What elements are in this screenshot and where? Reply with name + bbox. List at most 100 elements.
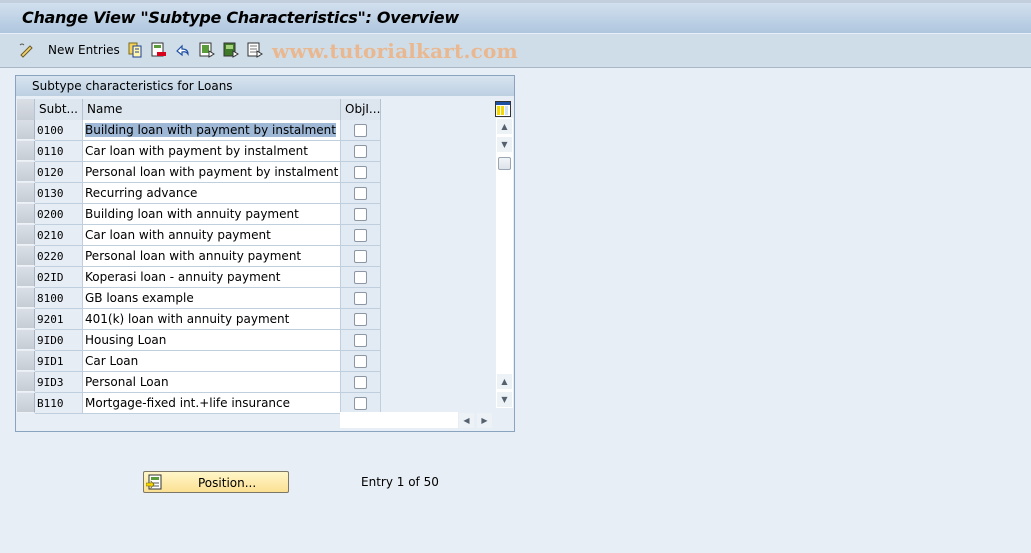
new-entries-button[interactable]: New Entries [48, 43, 120, 57]
obji-cell [341, 246, 381, 267]
name-cell[interactable]: Koperasi loan - annuity payment [83, 267, 341, 288]
copy-icon[interactable] [127, 42, 143, 60]
obji-checkbox[interactable] [354, 334, 367, 347]
obji-checkbox[interactable] [354, 124, 367, 137]
undo-change-icon[interactable] [175, 42, 191, 60]
scroll-left-button[interactable]: ◀ [459, 413, 474, 428]
select-block-icon[interactable] [223, 42, 239, 60]
subtype-cell: 0200 [35, 204, 83, 225]
column-header-subtype[interactable]: Subt... [35, 99, 83, 120]
name-text: Personal loan with payment by instalment [85, 165, 339, 179]
table-title: Subtype characteristics for Loans [32, 79, 233, 93]
table-row[interactable]: B110 Mortgage-fixed int.+life insurance [17, 393, 381, 414]
row-selector[interactable] [17, 246, 35, 266]
row-selector[interactable] [17, 288, 35, 308]
name-cell[interactable]: Car loan with annuity payment [83, 225, 341, 246]
subtype-cell: 9ID3 [35, 372, 83, 393]
horizontal-scrollbar[interactable] [340, 412, 458, 428]
obji-checkbox[interactable] [354, 145, 367, 158]
row-selector[interactable] [17, 267, 35, 287]
obji-checkbox[interactable] [354, 187, 367, 200]
obji-cell [341, 267, 381, 288]
row-selector[interactable] [17, 141, 35, 161]
name-cell[interactable]: Building loan with payment by instalment [83, 120, 341, 141]
name-cell[interactable]: Mortgage-fixed int.+life insurance [83, 393, 341, 414]
name-text: Car loan with annuity payment [85, 228, 271, 242]
row-selector[interactable] [17, 309, 35, 329]
name-cell[interactable]: Personal Loan [83, 372, 341, 393]
obji-checkbox[interactable] [354, 313, 367, 326]
table-row[interactable]: 0220 Personal loan with annuity payment [17, 246, 381, 267]
column-header-obji[interactable]: ObjI... [341, 99, 381, 120]
row-selector[interactable] [17, 393, 35, 413]
name-cell[interactable]: Personal loan with annuity payment [83, 246, 341, 267]
name-cell[interactable]: 401(k) loan with annuity payment [83, 309, 341, 330]
position-button[interactable]: Position... [143, 471, 289, 493]
column-header-label: Subt... [39, 102, 78, 116]
scroll-thumb[interactable] [498, 157, 511, 170]
name-cell[interactable]: GB loans example [83, 288, 341, 309]
obji-checkbox[interactable] [354, 271, 367, 284]
row-selector[interactable] [17, 351, 35, 371]
select-all-rows-button[interactable] [17, 99, 35, 120]
table-row[interactable]: 0210 Car loan with annuity payment [17, 225, 381, 246]
deselect-all-icon[interactable] [247, 42, 263, 60]
name-text: Mortgage-fixed int.+life insurance [85, 396, 291, 410]
position-button-label: Position... [198, 476, 257, 490]
vertical-scrollbar[interactable]: ▲ ▼ ▲ ▼ [496, 118, 513, 408]
scroll-down-button[interactable]: ▼ [497, 137, 512, 152]
row-selector[interactable] [17, 162, 35, 182]
row-selector[interactable] [17, 120, 35, 140]
column-header-label: Name [87, 102, 123, 116]
obji-checkbox[interactable] [354, 208, 367, 221]
name-text: Koperasi loan - annuity payment [85, 270, 281, 284]
scroll-right-button[interactable]: ▶ [477, 413, 492, 428]
subtype-cell: 0220 [35, 246, 83, 267]
delete-icon[interactable] [151, 42, 167, 60]
row-selector[interactable] [17, 372, 35, 392]
name-cell[interactable]: Housing Loan [83, 330, 341, 351]
obji-checkbox[interactable] [354, 397, 367, 410]
column-settings-icon[interactable] [495, 101, 511, 117]
page-up-button[interactable]: ▲ [497, 374, 512, 389]
row-selector[interactable] [17, 204, 35, 224]
table-row[interactable]: 0110 Car loan with payment by instalment [17, 141, 381, 162]
name-text: Car loan with payment by instalment [85, 144, 308, 158]
table-row[interactable]: 8100 GB loans example [17, 288, 381, 309]
obji-cell [341, 288, 381, 309]
name-cell[interactable]: Recurring advance [83, 183, 341, 204]
name-text: Housing Loan [85, 333, 167, 347]
subtype-cell: 0210 [35, 225, 83, 246]
select-all-icon[interactable] [199, 42, 215, 60]
name-cell[interactable]: Building loan with annuity payment [83, 204, 341, 225]
table-row[interactable]: 0120 Personal loan with payment by instal… [17, 162, 381, 183]
obji-checkbox[interactable] [354, 355, 367, 368]
scroll-up-button[interactable]: ▲ [497, 119, 512, 134]
subtype-cell: 8100 [35, 288, 83, 309]
table-row[interactable]: 0100 Building loan with payment by instal… [17, 120, 381, 141]
table-row[interactable]: 9ID3 Personal Loan [17, 372, 381, 393]
name-cell[interactable]: Personal loan with payment by instalment [83, 162, 341, 183]
table-row[interactable]: 02ID Koperasi loan - annuity payment [17, 267, 381, 288]
table-row[interactable]: 0200 Building loan with annuity payment [17, 204, 381, 225]
obji-checkbox[interactable] [354, 166, 367, 179]
column-header-name[interactable]: Name [83, 99, 341, 120]
name-cell[interactable]: Car loan with payment by instalment [83, 141, 341, 162]
row-selector[interactable] [17, 225, 35, 245]
name-cell[interactable]: Car Loan [83, 351, 341, 372]
obji-checkbox[interactable] [354, 292, 367, 305]
page-down-button[interactable]: ▼ [497, 392, 512, 407]
row-selector[interactable] [17, 330, 35, 350]
edit-pencil-icon[interactable] [18, 42, 34, 60]
table-row[interactable]: 9201 401(k) loan with annuity payment [17, 309, 381, 330]
table-row[interactable]: 0130 Recurring advance [17, 183, 381, 204]
row-selector[interactable] [17, 183, 35, 203]
obji-cell [341, 120, 381, 141]
table-row[interactable]: 9ID0 Housing Loan [17, 330, 381, 351]
table-row[interactable]: 9ID1 Car Loan [17, 351, 381, 372]
obji-checkbox[interactable] [354, 376, 367, 389]
subtype-cell: 02ID [35, 267, 83, 288]
obji-checkbox[interactable] [354, 250, 367, 263]
obji-checkbox[interactable] [354, 229, 367, 242]
subtype-cell: 9ID0 [35, 330, 83, 351]
